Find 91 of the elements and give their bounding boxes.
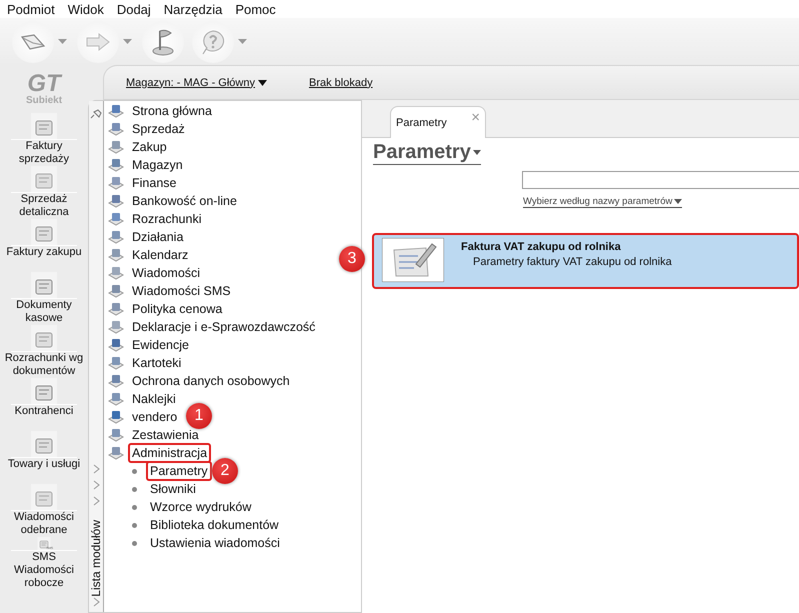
- logo-mark: GT: [27, 72, 61, 94]
- lock-status-link[interactable]: Brak blokady: [308, 76, 373, 88]
- callout-badge: 2: [212, 458, 238, 484]
- search-field[interactable]: [522, 171, 799, 189]
- module-icon: [108, 140, 124, 154]
- module-item[interactable]: Ewidencje: [128, 335, 193, 355]
- module-icon: [108, 104, 124, 118]
- bullet-icon: [132, 504, 137, 510]
- shortcut-label[interactable]: Faktury sprzedaży: [1, 140, 87, 166]
- shortcut-label[interactable]: Kontrahenci: [1, 405, 87, 418]
- panel-title: Lista modułów: [89, 520, 103, 597]
- caret-icon: [674, 199, 682, 204]
- module-icon: [108, 158, 124, 172]
- flag-icon: [151, 28, 175, 56]
- tab-label: Parametry: [396, 116, 447, 128]
- module-item[interactable]: Działania: [128, 227, 188, 247]
- module-icon: [108, 122, 124, 136]
- module-icon: [108, 320, 124, 334]
- module-icon: [108, 374, 124, 388]
- module-icon: [108, 392, 124, 406]
- module-item[interactable]: Wiadomości: [128, 263, 204, 283]
- module-item[interactable]: Polityka cenowa: [128, 299, 226, 319]
- submodule-item[interactable]: Biblioteka dokumentów: [146, 515, 283, 535]
- arrow-icon: [85, 32, 111, 52]
- menu-item[interactable]: Pomoc: [235, 2, 276, 16]
- menu-item[interactable]: Podmiot: [7, 2, 55, 16]
- caret-icon[interactable]: [123, 39, 132, 44]
- module-icon: [108, 446, 124, 460]
- submodule-item[interactable]: Parametry: [146, 461, 212, 481]
- bullet-icon: [132, 540, 137, 546]
- caret-icon[interactable]: [238, 39, 247, 44]
- shortcut-label[interactable]: Towary i usługi: [1, 458, 87, 471]
- module-item[interactable]: Administracja: [128, 443, 212, 463]
- result-title: Faktura VAT zakupu od rolnika: [461, 241, 622, 253]
- submodule-item[interactable]: Ustawienia wiadomości: [146, 533, 284, 553]
- module-icon: [108, 230, 124, 244]
- caret-icon: [472, 150, 481, 155]
- page-title-dropdown[interactable]: Parametry: [373, 141, 481, 165]
- caret-icon: [258, 80, 267, 86]
- logo-name: Subiekt: [26, 94, 62, 106]
- module-icon: [108, 266, 124, 280]
- menu-item[interactable]: Narzędzia: [164, 2, 222, 16]
- module-icon: [108, 302, 124, 316]
- menu-item[interactable]: Widok: [68, 2, 104, 16]
- shortcut-label[interactable]: Wiadomości odebrane: [1, 511, 87, 537]
- bullet-icon: [132, 522, 137, 528]
- module-icon: [108, 212, 124, 226]
- module-icon: [108, 176, 124, 190]
- module-icon: [108, 410, 124, 424]
- shortcut-label[interactable]: Rozrachunki wg dokumentów: [1, 352, 87, 378]
- bullet-icon: [132, 486, 137, 492]
- module-item[interactable]: Wiadomości SMS: [128, 281, 235, 301]
- module-item[interactable]: Strona główna: [128, 101, 216, 121]
- pin-icon[interactable]: [90, 109, 102, 119]
- module-icon: [108, 428, 124, 442]
- chevron-icon[interactable]: [92, 596, 100, 607]
- module-item[interactable]: Zakup: [128, 137, 171, 157]
- module-item[interactable]: Kalendarz: [128, 245, 192, 265]
- module-item[interactable]: Sprzedaż: [128, 119, 189, 139]
- module-icon: [108, 194, 124, 208]
- shortcut-label[interactable]: Dokumenty kasowe: [1, 299, 87, 325]
- module-item[interactable]: Bankowość on-line: [128, 191, 241, 211]
- envelope-arrow-icon: [20, 32, 46, 52]
- module-item[interactable]: Kartoteki: [128, 353, 186, 373]
- shortcut-label[interactable]: SMS Wiadomości robocze: [1, 551, 87, 590]
- module-item[interactable]: vendero: [128, 407, 182, 427]
- filter-dropdown[interactable]: Wybierz według nazwy parametrów: [523, 196, 682, 208]
- module-icon: [108, 338, 124, 352]
- submodule-item[interactable]: Słowniki: [146, 479, 200, 499]
- caret-icon[interactable]: [58, 39, 67, 44]
- module-icon: [108, 248, 124, 262]
- module-item[interactable]: Magazyn: [128, 155, 187, 175]
- module-icon: [108, 284, 124, 298]
- warehouse-dropdown[interactable]: Magazyn: - MAG - Główny: [126, 76, 267, 88]
- shortcut-label[interactable]: Faktury zakupu: [1, 246, 87, 259]
- module-item[interactable]: Naklejki: [128, 389, 180, 409]
- result-item[interactable]: Faktura VAT zakupu od rolnika Parametry faktury VAT zakupu od rolnika: [372, 233, 799, 289]
- result-description: Parametry faktury VAT zakupu od rolnika: [472, 256, 672, 268]
- module-icon: [108, 356, 124, 370]
- callout-badge: 1: [186, 403, 212, 429]
- module-item[interactable]: Rozrachunki: [128, 209, 206, 229]
- bullet-icon: [132, 468, 137, 474]
- help-icon: [200, 28, 226, 54]
- module-item[interactable]: Ochrona danych osobowych: [128, 371, 294, 391]
- module-item[interactable]: Finanse: [128, 173, 180, 193]
- document-pen-icon: [382, 238, 444, 282]
- submodule-item[interactable]: Wzorce wydruków: [146, 497, 256, 517]
- shortcut-label[interactable]: Sprzedaż detaliczna: [1, 193, 87, 219]
- module-item[interactable]: Deklaracje i e-Sprawozdawczość: [128, 317, 320, 337]
- tab[interactable]: Parametry ×: [390, 106, 486, 138]
- menu-item[interactable]: Dodaj: [116, 2, 151, 16]
